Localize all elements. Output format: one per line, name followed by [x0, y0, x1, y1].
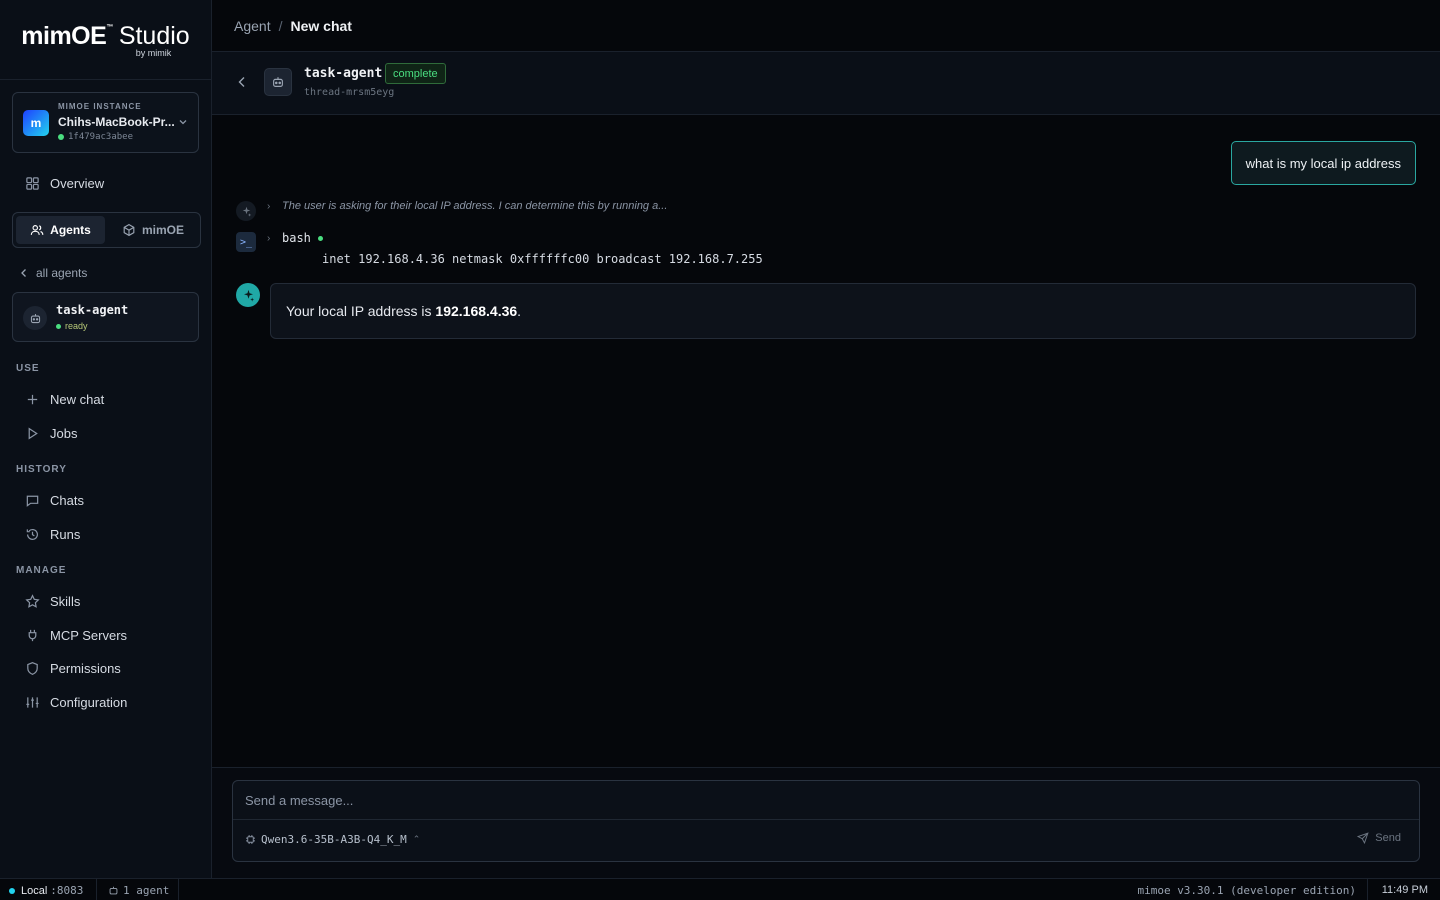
chevron-down-icon [178, 115, 188, 130]
section-history: HISTORY [16, 464, 67, 475]
nav-skills[interactable]: Skills [12, 586, 199, 616]
nav-chats[interactable]: Chats [12, 485, 199, 515]
breadcrumb: Agent / New chat [212, 0, 1440, 52]
tool-success-dot-icon [317, 235, 323, 241]
section-manage: MANAGE [16, 565, 67, 576]
nav-mcp-servers[interactable]: MCP Servers [12, 620, 199, 650]
tab-agents[interactable]: Agents [16, 216, 105, 244]
tool-output: inet 192.168.4.36 netmask 0xffffffc00 br… [322, 252, 763, 266]
chevron-right-icon[interactable]: › [267, 201, 270, 212]
grid-icon [24, 175, 40, 191]
ready-dot-icon [56, 323, 61, 329]
bot-icon [23, 306, 47, 330]
nav-configuration[interactable]: Configuration [12, 687, 199, 717]
version-label: mimoe v3.30.1 (developer edition) [1137, 884, 1356, 897]
history-icon [24, 526, 40, 542]
nav-overview[interactable]: Overview [12, 168, 199, 198]
chip-icon [246, 835, 255, 844]
send-icon [1357, 832, 1369, 844]
terminal-icon: >_ [236, 232, 256, 252]
agent-name: task-agent [304, 66, 383, 81]
star-icon [24, 593, 40, 609]
sidebar: mimOE™ Studio by mimik m MIMOE INSTANCE … [0, 0, 212, 878]
composer: Qwen3.6-35B-A3B-Q4_K_M ⌃ Send [232, 780, 1420, 862]
instance-avatar: m [23, 110, 49, 136]
sparkle-icon [236, 201, 256, 221]
composer-area: Qwen3.6-35B-A3B-Q4_K_M ⌃ Send [212, 767, 1440, 878]
agent-card-task-agent[interactable]: task-agent ready [12, 292, 199, 342]
user-message: what is my local ip address [1230, 141, 1416, 185]
breadcrumb-agent[interactable]: Agent [234, 18, 271, 34]
send-button[interactable]: Send [1357, 832, 1401, 844]
shield-icon [24, 660, 40, 676]
agents-mimoe-toggle: Agents mimOE [12, 212, 201, 248]
nav-new-chat[interactable]: New chat [12, 384, 199, 414]
nav-jobs[interactable]: Jobs [12, 418, 199, 448]
thread-id: thread-mrsm5eyg [304, 87, 395, 98]
agent-card-name: task-agent [56, 303, 129, 317]
back-chevron-icon[interactable] [234, 74, 250, 90]
bot-icon [109, 886, 118, 895]
logo-byline: by mimik [135, 47, 172, 58]
instance-name: Chihs-MacBook-Pr... [58, 115, 175, 129]
online-dot-icon [58, 134, 64, 140]
clock: 11:49 PM [1381, 884, 1428, 896]
message-input[interactable] [233, 781, 1419, 820]
model-selector[interactable]: Qwen3.6-35B-A3B-Q4_K_M ⌃ [245, 833, 420, 846]
plug-icon [24, 627, 40, 643]
nav-permissions[interactable]: Permissions [12, 653, 199, 683]
users-icon [30, 225, 44, 235]
assistant-sparkle-icon [236, 283, 260, 307]
connection-status[interactable]: Local :8083 [9, 884, 83, 897]
chevron-up-icon: ⌃ [412, 834, 421, 844]
status-badge: complete [385, 63, 446, 84]
breadcrumb-separator: / [278, 17, 283, 34]
logo-product: Studio [118, 21, 190, 50]
plus-icon [24, 391, 40, 407]
sliders-icon [24, 694, 40, 710]
instance-id: 1f479ac3abee [58, 132, 133, 142]
connection-dot-icon [9, 887, 15, 894]
instance-selector[interactable]: m MIMOE INSTANCE Chihs-MacBook-Pr... 1f4… [12, 92, 199, 153]
tab-mimoe[interactable]: mimOE [109, 216, 197, 244]
instance-kicker: MIMOE INSTANCE [58, 102, 142, 111]
play-icon [24, 425, 40, 441]
bot-icon [264, 68, 292, 96]
chevron-right-icon[interactable]: › [267, 233, 270, 244]
nav-runs[interactable]: Runs [12, 519, 199, 549]
ip-address-value: 192.168.4.36 [435, 303, 518, 319]
thinking-summary[interactable]: The user is asking for their local IP ad… [282, 200, 667, 212]
tool-call-bash[interactable]: bash [282, 231, 323, 245]
status-bar: Local :8083 1 agent mimoe v3.30.1 (devel… [0, 878, 1440, 900]
breadcrumb-current: New chat [290, 17, 352, 34]
chevron-left-icon [21, 269, 26, 277]
agent-header: task-agent complete thread-mrsm5eyg [212, 52, 1440, 115]
cube-icon [123, 223, 135, 237]
assistant-message: Your local IP address is 192.168.4.36. [270, 283, 1416, 339]
agent-card-status: ready [56, 321, 88, 331]
nav-overview-label: Overview [50, 175, 105, 191]
agent-count: 1 agent [108, 884, 169, 897]
section-use: USE [16, 363, 40, 374]
chat-bubble-icon [24, 492, 40, 508]
all-agents-link[interactable]: all agents [18, 266, 87, 280]
logo-brand: mimOE™ [21, 21, 113, 50]
app-logo[interactable]: mimOE™ Studio by mimik [0, 0, 211, 80]
